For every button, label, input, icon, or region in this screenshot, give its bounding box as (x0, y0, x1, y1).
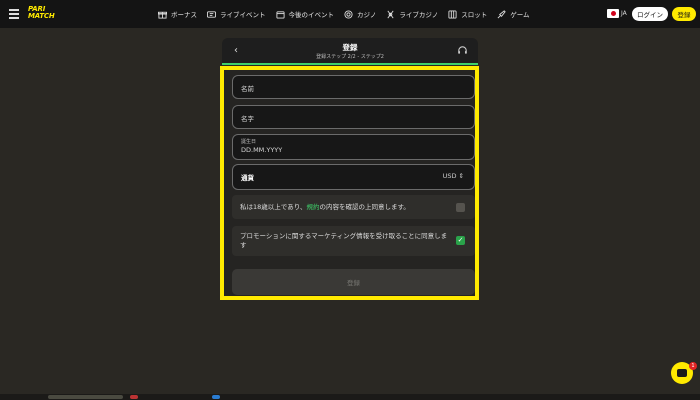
nav-live-events-label: ライブイベント (220, 11, 266, 19)
casino-chip-icon (344, 9, 353, 19)
bottom-tab-2[interactable] (130, 395, 138, 399)
birthdate-value: DD.MM.YYYY (241, 146, 283, 154)
registration-modal-header: ‹ 登録 登録ステップ 2/2 - ステップ2 (222, 38, 478, 65)
parimatch-logo[interactable]: PARI MATCH (28, 6, 55, 20)
calendar-icon (275, 10, 285, 19)
nav-games[interactable]: ゲーム (497, 9, 530, 19)
terms-link[interactable]: 規約 (306, 203, 319, 211)
promo-consent-checkbox[interactable]: ✓ (456, 236, 465, 245)
birthdate-field[interactable]: 誕生日 DD.MM.YYYY (232, 134, 475, 160)
currency-value: USD ⇕ (443, 172, 464, 180)
sort-chevron-icon: ⇕ (458, 172, 464, 180)
logo-line-2: MATCH (28, 12, 55, 20)
first-name-placeholder: 名前 (241, 85, 254, 93)
age-text-before: 私は18歳以上であり、 (240, 203, 307, 211)
age-consent-text: 私は18歳以上であり、規約の内容を確認の上同意します。 (240, 203, 410, 212)
rocket-icon (497, 9, 506, 18)
live-casino-icon (387, 10, 394, 18)
last-name-field[interactable]: 名字 (232, 105, 475, 129)
bottom-tab-1[interactable] (48, 395, 123, 399)
nav-bonus[interactable]: ボーナス (158, 9, 197, 19)
bottom-bar (0, 394, 700, 400)
step-progress-bar (222, 63, 478, 65)
promo-consent-text: プロモーションに関するマーケティング情報を受け取ることに同意します (240, 232, 448, 249)
nav-bonus-label: ボーナス (171, 11, 197, 19)
age-consent-row[interactable]: 私は18歳以上であり、規約の内容を確認の上同意します。 (232, 195, 475, 219)
age-text-after: の内容を確認の上同意します。 (319, 203, 410, 211)
nav-live-casino[interactable]: ライブカジノ (386, 9, 438, 19)
nav-slots[interactable]: スロット (448, 9, 487, 19)
age-consent-checkbox[interactable] (456, 203, 465, 212)
support-headset-icon[interactable] (457, 45, 468, 56)
currency-label: 通貨 (241, 174, 254, 182)
currency-select[interactable]: 通貨 USD ⇕ (232, 164, 475, 190)
gift-icon (158, 11, 167, 19)
last-name-placeholder: 名字 (241, 115, 254, 123)
menu-icon[interactable] (9, 9, 19, 19)
language-code[interactable]: JA (621, 10, 627, 17)
registration-form: 名前 名字 誕生日 DD.MM.YYYY 通貨 USD ⇕ 私は18歳以上であり… (220, 66, 479, 300)
bottom-tab-3[interactable] (212, 395, 220, 399)
birthdate-label: 誕生日 (241, 139, 257, 145)
live-events-icon (207, 10, 216, 18)
nav-live-casino-label: ライブカジノ (399, 11, 439, 19)
nav-upcoming-events[interactable]: 今後のイベント (275, 9, 335, 19)
modal-title: 登録 (342, 43, 358, 52)
submit-register-button[interactable]: 登録 (232, 269, 475, 295)
nav-live-events[interactable]: ライブイベント (207, 9, 266, 19)
promo-consent-row[interactable]: プロモーションに関するマーケティング情報を受け取ることに同意します ✓ (232, 226, 475, 256)
login-button[interactable]: ログイン (632, 7, 668, 21)
chat-icon (677, 369, 687, 377)
modal-step-subtitle: 登録ステップ 2/2 - ステップ2 (316, 54, 384, 60)
japan-flag-icon[interactable] (607, 9, 619, 18)
slot-icon (448, 9, 457, 19)
nav-slots-label: スロット (461, 11, 488, 19)
nav-upcoming-events-label: 今後のイベント (288, 11, 335, 19)
nav-games-label: ゲーム (510, 11, 530, 19)
currency-code: USD (442, 172, 457, 180)
first-name-field[interactable]: 名前 (232, 75, 475, 99)
main-nav: ボーナス ライブイベント 今後のイベント カジノ ライブカジノ スロット ゲーム (158, 0, 540, 28)
nav-casino-label: カジノ (357, 11, 377, 19)
nav-casino[interactable]: カジノ (344, 9, 376, 19)
register-button[interactable]: 登録 (672, 7, 696, 21)
chat-notification-badge: 1 (689, 362, 697, 370)
top-navbar: PARI MATCH ボーナス ライブイベント 今後のイベント カジノ ライブカ… (0, 0, 700, 28)
